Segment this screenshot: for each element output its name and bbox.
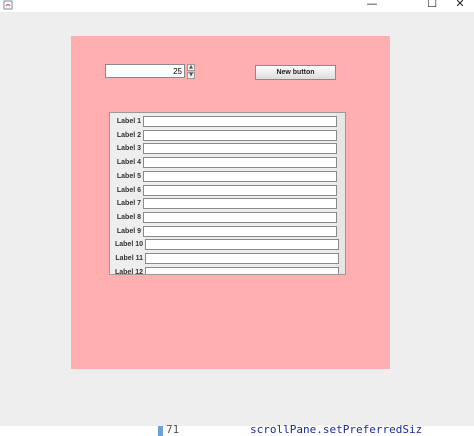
title-bar: — ☐ ✕ [0,0,474,12]
form-row-text-field[interactable] [143,184,337,196]
form-row-text-field[interactable] [143,198,337,210]
spinner-up-arrow-icon[interactable]: ▲ [187,64,195,71]
spinner-down-arrow-icon[interactable]: ▼ [187,72,195,79]
form-row-label: Label 2 [116,131,141,139]
form-row-text-field[interactable] [145,239,339,251]
java-app-icon [3,0,13,10]
form-row: Label 2 [110,129,345,142]
form-row-text-field[interactable] [145,253,339,264]
minimize-button[interactable]: — [360,0,384,10]
form-row-label: Label 11 [115,255,143,262]
form-row-label: Label 4 [116,159,141,167]
form-row-text-field[interactable] [143,157,337,169]
form-row: Label 11 [110,253,345,265]
background-editor-strip: 71 scrollPane.setPreferredSiz [0,423,474,436]
form-row: Label 5 [110,170,345,183]
form-row-label: Label 9 [116,227,141,235]
form-row: Label 6 [110,184,345,197]
form-row-text-field[interactable] [143,143,337,155]
form-row-text-field[interactable] [143,170,337,182]
form-row-label: Label 3 [116,145,141,153]
form-row: Label 4 [110,157,345,169]
code-snippet: scrollPane.setPreferredSiz [250,423,423,436]
line-marker [158,426,163,436]
form-row-label: Label 10 [114,241,143,249]
line-number: 71 [166,423,180,436]
form-row-text-field[interactable] [143,129,337,141]
number-spinner[interactable]: 25 ▲ ▼ [105,64,195,80]
form-row-label: Label 8 [116,213,141,221]
maximize-button[interactable]: ☐ [420,0,444,10]
form-row-label: Label 5 [116,172,141,180]
form-row-label: Label 12 [114,268,143,275]
form-scroll-pane[interactable]: Label 1 Label 2 Label 3 Label 4 Label 5 Label… [109,112,346,275]
form-row: Label 9 [110,225,345,238]
form-row-text-field[interactable] [145,266,339,274]
form-row: Label 1 [110,116,345,128]
spinner-value-field[interactable]: 25 [105,64,185,78]
form-row-text-field[interactable] [143,225,337,237]
form-row: Label 8 [110,211,345,224]
form-row-label: Label 6 [116,186,141,194]
form-row-text-field[interactable] [143,211,337,223]
form-row-label: Label 7 [116,200,141,208]
form-row: Label 10 [110,239,345,251]
form-row-label: Label 1 [116,118,141,125]
form-row-text-field[interactable] [143,116,337,127]
form-row: Label 12 [110,266,345,275]
close-button[interactable]: ✕ [448,0,472,10]
form-row: Label 3 [110,143,345,155]
form-row: Label 7 [110,198,345,210]
new-button[interactable]: New button [255,65,336,80]
